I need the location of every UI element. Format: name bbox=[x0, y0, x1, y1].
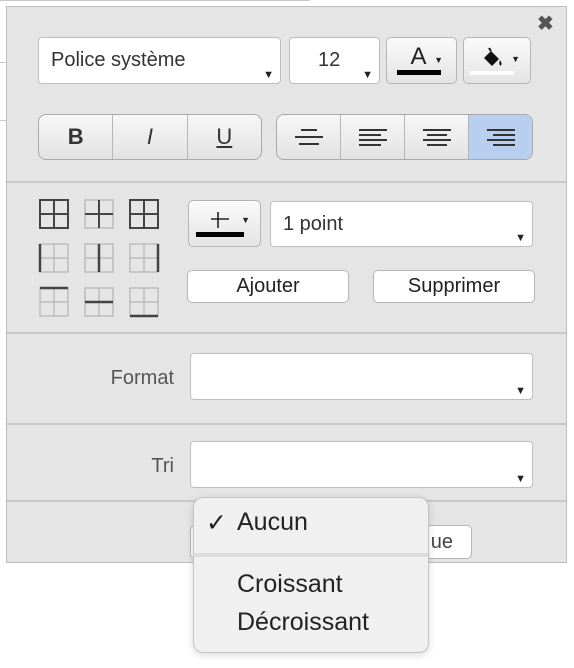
border-right-icon[interactable] bbox=[129, 243, 160, 273]
text-color-swatch bbox=[396, 70, 441, 75]
border-presets-grid bbox=[38, 199, 160, 318]
align-right-icon bbox=[486, 129, 515, 146]
text-color-button[interactable]: A ▼ bbox=[386, 37, 457, 84]
border-left-icon[interactable] bbox=[38, 243, 69, 273]
sort-option-label: Aucun bbox=[237, 508, 308, 536]
chevron-down-icon: ▼ bbox=[362, 69, 373, 81]
remove-button-label: Supprimer bbox=[407, 275, 501, 297]
line-width-select[interactable]: 1 point ▼ bbox=[270, 201, 533, 247]
remove-button[interactable]: Supprimer bbox=[373, 270, 535, 303]
italic-button[interactable]: I bbox=[113, 115, 188, 159]
fill-color-button[interactable]: ▼ bbox=[463, 37, 531, 84]
border-inner-icon[interactable] bbox=[84, 199, 114, 229]
chevron-down-icon: ▼ bbox=[434, 55, 443, 65]
table-format-panel: ✖ Police système ▼ 12 ▼ A ▼ ▼ B I U ▼ 1 … bbox=[6, 6, 567, 563]
align-center-icon bbox=[422, 129, 451, 146]
line-width-value: 1 point bbox=[283, 212, 344, 235]
text-style-group: B I U bbox=[38, 114, 262, 160]
paint-bucket-icon bbox=[484, 46, 502, 66]
border-all-icon[interactable] bbox=[39, 199, 69, 229]
section-divider bbox=[7, 332, 566, 334]
format-label: Format bbox=[110, 367, 174, 389]
border-top-icon[interactable] bbox=[39, 286, 69, 317]
section-divider bbox=[7, 423, 566, 425]
alignment-group bbox=[276, 114, 533, 160]
align-left-icon bbox=[358, 129, 387, 146]
section-divider bbox=[7, 181, 566, 183]
font-size-select[interactable]: 12 ▼ bbox=[289, 37, 380, 84]
underline-button[interactable]: U bbox=[188, 115, 261, 159]
sort-dropdown-menu: ✓ Aucun Croissant Décroissant bbox=[193, 497, 429, 653]
fill-color-swatch bbox=[470, 70, 514, 75]
sort-select[interactable]: ▼ bbox=[190, 441, 533, 488]
chevron-down-icon: ▼ bbox=[511, 54, 520, 64]
sort-option-none[interactable]: ✓ Aucun bbox=[194, 508, 428, 542]
border-vertical-icon[interactable] bbox=[84, 243, 114, 273]
chevron-down-icon: ▼ bbox=[515, 232, 526, 244]
background-line bbox=[0, 0, 310, 1]
chevron-down-icon: ▼ bbox=[263, 69, 274, 81]
chevron-down-icon: ▼ bbox=[515, 473, 526, 485]
close-icon[interactable]: ✖ bbox=[537, 14, 554, 34]
underline-label: U bbox=[216, 124, 233, 149]
hidden-button-label: ue bbox=[430, 530, 453, 553]
align-center-button[interactable] bbox=[277, 115, 341, 159]
format-select[interactable]: ▼ bbox=[190, 353, 533, 400]
border-horizontal-icon[interactable] bbox=[84, 287, 114, 317]
text-color-letter: A bbox=[410, 43, 427, 70]
border-color-swatch bbox=[195, 232, 244, 237]
border-grid-icon[interactable] bbox=[129, 199, 159, 229]
add-button[interactable]: Ajouter bbox=[187, 270, 349, 303]
italic-label: I bbox=[146, 124, 154, 149]
border-color-button[interactable]: ▼ bbox=[188, 200, 261, 247]
bold-button[interactable]: B bbox=[39, 115, 114, 159]
sort-option-label: Croissant bbox=[237, 570, 343, 598]
sort-option-label: Décroissant bbox=[237, 608, 369, 636]
align-right-button[interactable] bbox=[469, 115, 532, 159]
font-family-value: Police système bbox=[51, 49, 186, 71]
sort-option-ascending[interactable]: Croissant bbox=[194, 570, 428, 604]
align-left-button[interactable] bbox=[341, 115, 405, 159]
sort-label: Tri bbox=[151, 455, 174, 477]
checkmark-icon: ✓ bbox=[206, 509, 227, 537]
chevron-down-icon: ▼ bbox=[241, 215, 250, 225]
align-center-button[interactable] bbox=[405, 115, 469, 159]
menu-separator bbox=[194, 553, 428, 557]
font-family-select[interactable]: Police système ▼ bbox=[38, 37, 281, 84]
font-size-value: 12 bbox=[318, 49, 341, 71]
sort-option-descending[interactable]: Décroissant bbox=[194, 608, 428, 642]
bold-label: B bbox=[67, 124, 84, 149]
add-button-label: Ajouter bbox=[236, 275, 300, 297]
border-bottom-icon[interactable] bbox=[129, 287, 159, 318]
chevron-down-icon: ▼ bbox=[515, 385, 526, 397]
border-style-icon bbox=[210, 212, 229, 228]
align-center-icon bbox=[294, 129, 323, 145]
